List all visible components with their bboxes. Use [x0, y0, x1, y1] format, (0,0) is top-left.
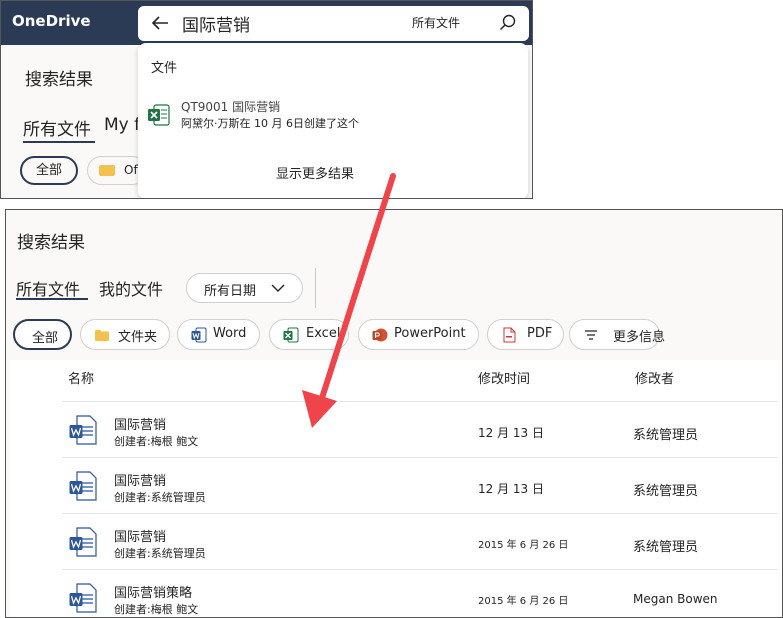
file-name[interactable]: 国际营销 [114, 526, 166, 545]
filter-folder-label: 文件夹 [118, 330, 158, 345]
powerpoint-icon [372, 328, 388, 342]
folder-icon [99, 165, 115, 176]
filter-excel-button[interactable]: Excel [269, 319, 349, 350]
file-name[interactable]: 国际营销策略 [114, 582, 192, 601]
filter-powerpoint-label: PowerPoint [394, 326, 466, 341]
table-row[interactable]: 国际营销 创建者:系统管理员 12 月 13 日 系统管理员 [62, 457, 778, 514]
date-filter-dropdown[interactable]: 所有日期 [186, 273, 303, 303]
active-tab-indicator [16, 298, 88, 300]
filter-folder-button[interactable]: 文件夹 [80, 319, 170, 350]
filter-more-button[interactable]: 更多信息 [569, 319, 665, 350]
excel-icon [283, 327, 299, 343]
folder-icon [95, 330, 109, 341]
table-row[interactable]: 国际营销策略 创建者:梅根 鲍文 2015 年 6 月 26 日 Megan B… [62, 569, 778, 617]
onedrive-header-bar: OneDrive 国际营销 所有文件 [1, 1, 532, 45]
modified-by: 系统管理员 [633, 540, 699, 555]
table-row[interactable]: 国际营销 创建者:梅根 鲍文 12 月 13 日 系统管理员 [62, 401, 778, 458]
column-header-name[interactable]: 名称 [68, 368, 94, 387]
word-file-icon [69, 415, 97, 445]
active-tab-indicator [23, 141, 95, 143]
modified-by: 系统管理员 [633, 428, 699, 443]
filter-all-button[interactable]: 全部 [20, 156, 78, 185]
modified-date: 2015 年 6 月 26 日 [478, 540, 569, 551]
file-creator: 创建者:系统管理员 [114, 547, 206, 560]
file-creator: 创建者:梅根 鲍文 [114, 603, 199, 616]
word-file-icon [69, 583, 97, 613]
search-suggestions-dropdown: 文件 QT9001 国际营销 阿黛尔·万斯在 10 月 6日创建了这个 显示更多… [138, 43, 528, 198]
modified-date: 12 月 13 日 [478, 426, 544, 440]
modified-by: Megan Bowen [633, 592, 718, 606]
word-file-icon [69, 527, 97, 557]
file-name[interactable]: 国际营销 [114, 414, 166, 433]
search-box[interactable]: 国际营销 所有文件 [138, 6, 529, 41]
search-preview-panel: OneDrive 国际营销 所有文件 搜索结果 所有文件 My f 全部 Of … [0, 0, 533, 199]
filter-pdf-label: PDF [527, 326, 553, 341]
filter-lines-icon [585, 330, 597, 340]
modified-date: 12 月 13 日 [478, 482, 544, 496]
filter-more-label: 更多信息 [613, 330, 666, 345]
tab-my-files[interactable]: 我的文件 [99, 276, 163, 300]
file-creator: 创建者:系统管理员 [114, 491, 206, 504]
tab-my-files[interactable]: My f [104, 115, 140, 135]
modified-date: 2015 年 6 月 26 日 [478, 596, 569, 607]
suggestion-file-meta: 阿黛尔·万斯在 10 月 6日创建了这个 [181, 117, 359, 130]
column-header-modified[interactable]: 修改时间 [478, 368, 530, 387]
suggestion-item[interactable]: QT9001 国际营销 阿黛尔·万斯在 10 月 6日创建了这个 [147, 95, 387, 133]
word-icon [191, 327, 207, 343]
filter-all-button[interactable]: 全部 [13, 319, 72, 350]
file-creator: 创建者:梅根 鲍文 [114, 435, 199, 448]
page-title: 搜索结果 [17, 233, 85, 253]
search-icon[interactable] [499, 14, 517, 32]
pdf-icon [503, 327, 516, 343]
filter-pdf-button[interactable]: PDF [487, 319, 564, 350]
filter-powerpoint-button[interactable]: PowerPoint [358, 319, 479, 350]
filter-all-label: 全部 [32, 331, 59, 346]
column-header-modified-by[interactable]: 修改者 [635, 368, 674, 387]
date-filter-label: 所有日期 [204, 284, 257, 299]
suggestions-section-header: 文件 [151, 61, 178, 76]
filter-excel-label: Excel [306, 326, 341, 341]
filter-word-label: Word [213, 326, 247, 341]
chevron-down-icon [271, 284, 285, 292]
tab-all-files[interactable]: 所有文件 [16, 276, 80, 300]
search-scope-label[interactable]: 所有文件 [412, 14, 460, 31]
search-results-panel: 搜索结果 所有文件 我的文件 所有日期 全部 文件夹 Word Excel Po… [5, 209, 783, 618]
search-input[interactable]: 国际营销 [182, 11, 250, 36]
page-title: 搜索结果 [25, 70, 93, 90]
filter-word-button[interactable]: Word [177, 319, 260, 350]
show-more-results-link[interactable]: 显示更多结果 [276, 163, 354, 182]
onedrive-logo-text: OneDrive [12, 12, 91, 30]
modified-by: 系统管理员 [633, 484, 699, 499]
suggestion-file-name: QT9001 国际营销 [181, 100, 281, 114]
file-name[interactable]: 国际营销 [114, 470, 166, 489]
divider [315, 268, 316, 308]
tab-all-files[interactable]: 所有文件 [23, 115, 91, 140]
back-arrow-icon[interactable] [149, 12, 171, 34]
table-row[interactable]: 国际营销 创建者:系统管理员 2015 年 6 月 26 日 系统管理员 [62, 513, 778, 570]
excel-file-icon [148, 104, 170, 126]
word-file-icon [69, 471, 97, 501]
